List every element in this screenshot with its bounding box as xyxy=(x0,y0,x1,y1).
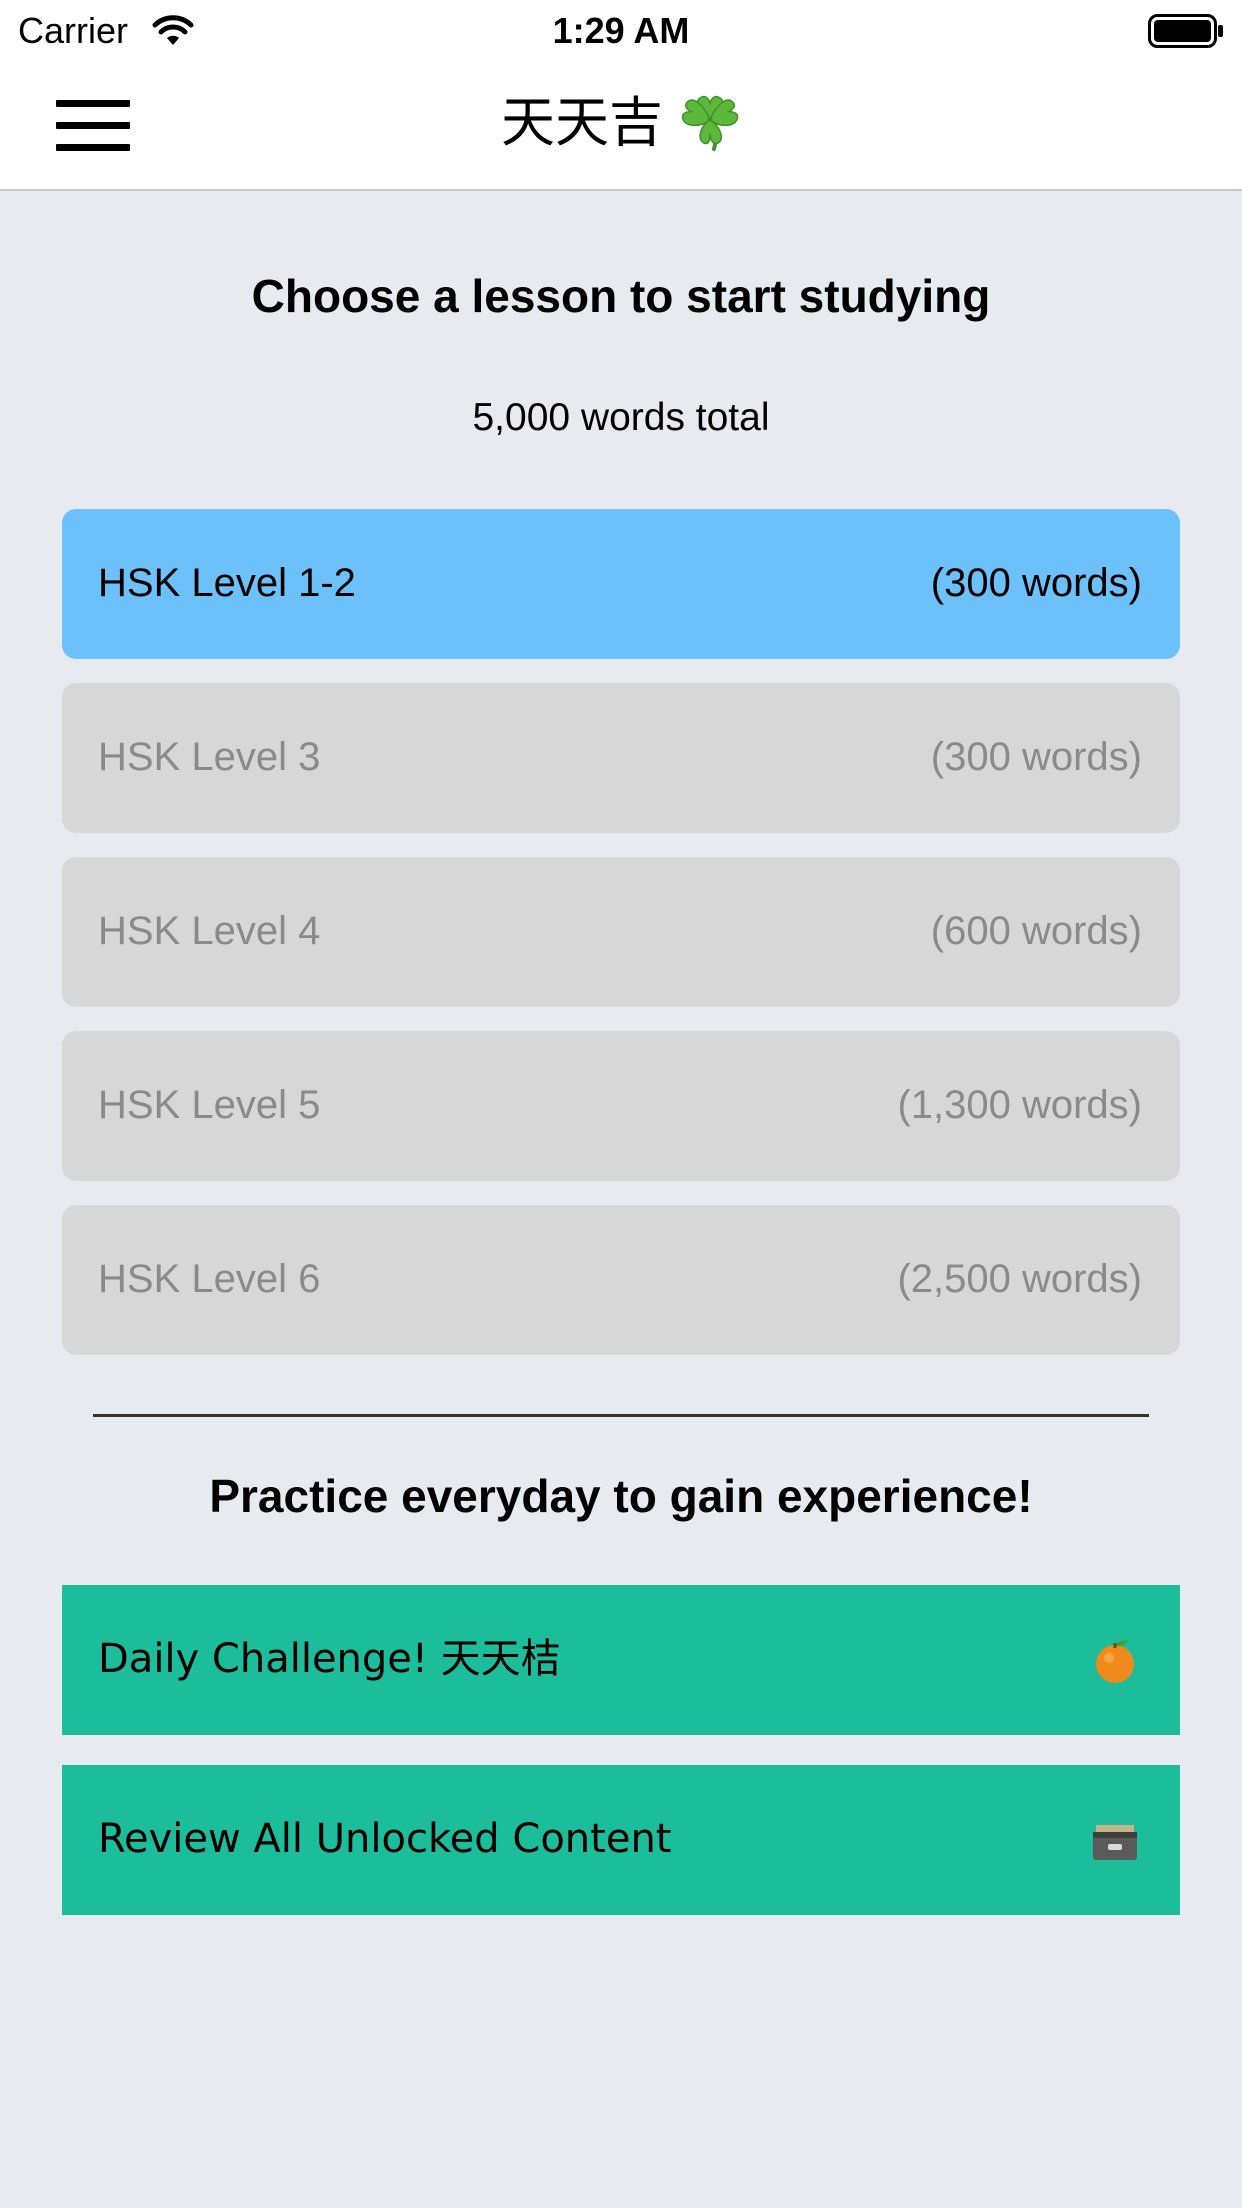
battery-icon xyxy=(1148,14,1223,48)
review-unlocked-label: Review All Unlocked Content xyxy=(98,1816,672,1862)
words-total: 5,000 words total xyxy=(472,396,770,439)
lesson-hsk-3[interactable]: HSK Level 3 (300 words) xyxy=(62,683,1180,833)
lesson-word-count: (300 words) xyxy=(930,735,1142,779)
status-time: 1:29 AM xyxy=(552,10,690,51)
card-file-box-icon xyxy=(1093,1825,1137,1860)
practice-heading: Practice everyday to gain experience! xyxy=(209,1470,1033,1522)
status-bar: Carrier 1:29 AM xyxy=(0,0,1242,60)
review-unlocked-button[interactable]: Review All Unlocked Content xyxy=(62,1765,1180,1915)
lesson-label: HSK Level 4 xyxy=(98,909,321,953)
lesson-word-count: (2,500 words) xyxy=(897,1257,1142,1301)
lesson-label: HSK Level 5 xyxy=(98,1083,321,1127)
app-title: 天天吉 xyxy=(501,91,663,154)
page-title: 天天吉 xyxy=(0,90,1242,157)
daily-challenge-button[interactable]: Daily Challenge! 天天桔 xyxy=(62,1585,1180,1735)
lesson-hsk-4[interactable]: HSK Level 4 (600 words) xyxy=(62,857,1180,1007)
daily-challenge-label: Daily Challenge! 天天桔 xyxy=(98,1636,561,1682)
lesson-hsk-5[interactable]: HSK Level 5 (1,300 words) xyxy=(62,1031,1180,1181)
lesson-label: HSK Level 1-2 xyxy=(98,561,356,605)
lesson-hsk-1-2[interactable]: HSK Level 1-2 (300 words) xyxy=(62,509,1180,659)
lesson-heading: Choose a lesson to start studying xyxy=(251,270,991,322)
four-leaf-clover-icon xyxy=(681,96,739,152)
lesson-word-count: (300 words) xyxy=(930,561,1142,605)
lesson-word-count: (600 words) xyxy=(930,909,1142,953)
lesson-word-count: (1,300 words) xyxy=(897,1083,1142,1127)
lesson-hsk-6[interactable]: HSK Level 6 (2,500 words) xyxy=(62,1205,1180,1355)
section-divider xyxy=(93,1414,1149,1417)
lesson-label: HSK Level 6 xyxy=(98,1257,321,1301)
lesson-label: HSK Level 3 xyxy=(98,735,321,779)
tangerine-icon xyxy=(1096,1640,1134,1683)
navigation-bar: 天天吉 xyxy=(0,60,1242,191)
